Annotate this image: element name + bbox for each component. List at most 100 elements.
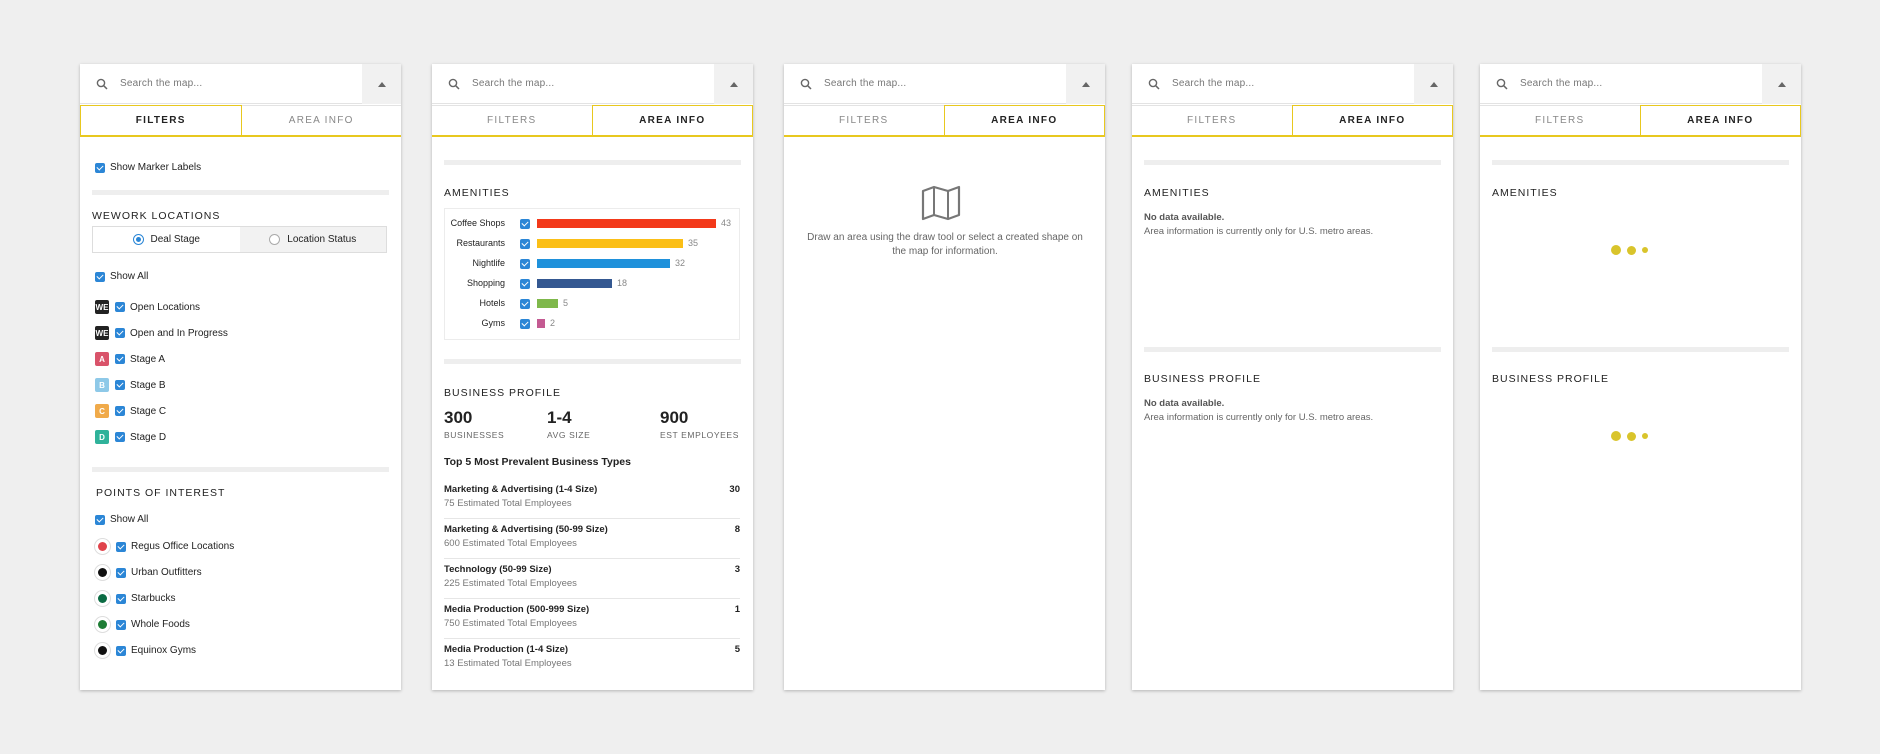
caret-up-icon xyxy=(1777,81,1786,87)
amenities-chart: Coffee Shops 43 Restaurants 35 Nightlife 32 Sh… xyxy=(444,208,740,340)
area-info-panel-no-data: Search the map... FILTERS AREA INFO AMEN… xyxy=(1132,64,1453,690)
panel-tabs: FILTERS AREA INFO xyxy=(784,105,1105,137)
tab-area-info[interactable]: AREA INFO xyxy=(591,105,753,135)
location-filter-checkbox[interactable] xyxy=(115,380,125,390)
amenity-value: 43 xyxy=(721,218,732,228)
amenity-label: Shopping xyxy=(466,278,505,288)
amenity-value: 35 xyxy=(688,238,699,248)
location-filter-row[interactable]: A Stage A xyxy=(95,352,165,366)
caret-up-icon xyxy=(1429,81,1438,87)
amenity-checkbox[interactable] xyxy=(520,279,530,289)
location-filter-checkbox[interactable] xyxy=(115,302,125,312)
business-profile-title: BUSINESS PROFILE xyxy=(444,387,561,399)
search-input[interactable]: Search the map... xyxy=(1172,78,1254,89)
business-type-row: Marketing & Advertising (50-99 Size) 600 … xyxy=(444,519,740,559)
location-marker-icon: B xyxy=(95,378,109,392)
panel-tabs: FILTERS AREA INFO xyxy=(1132,105,1453,137)
checkbox-locations-show-all[interactable] xyxy=(95,271,105,282)
tab-area-info[interactable]: AREA INFO xyxy=(241,105,401,135)
search-icon xyxy=(1148,78,1160,90)
location-filter-row[interactable]: B Stage B xyxy=(95,378,166,392)
tab-area-info[interactable]: AREA INFO xyxy=(943,105,1105,135)
panel-tabs: FILTERS AREA INFO xyxy=(432,105,753,137)
area-info-panel-empty: Search the map... FILTERS AREA INFO Draw… xyxy=(784,64,1105,690)
amenity-checkbox[interactable] xyxy=(520,219,530,229)
poi-filter-row[interactable]: Regus Office Locations xyxy=(95,539,234,554)
panel-tabs: FILTERS AREA INFO xyxy=(1480,105,1801,137)
location-filter-label: Stage C xyxy=(130,405,167,417)
amenity-value: 5 xyxy=(563,298,569,308)
location-filter-checkbox[interactable] xyxy=(115,354,125,364)
search-icon xyxy=(96,78,108,90)
collapse-button[interactable] xyxy=(362,64,401,104)
location-filter-label: Open Locations xyxy=(130,301,201,313)
amenities-title: AMENITIES xyxy=(1492,187,1558,199)
location-filter-row[interactable]: C Stage C xyxy=(95,404,166,418)
poi-filter-row[interactable]: Whole Foods xyxy=(95,617,190,632)
tab-filters[interactable]: FILTERS xyxy=(80,105,242,135)
location-filter-row[interactable]: WE Open and In Progress xyxy=(95,326,228,340)
tab-area-info[interactable]: AREA INFO xyxy=(1291,105,1453,135)
amenity-checkbox[interactable] xyxy=(520,259,530,269)
collapse-button[interactable] xyxy=(1066,64,1105,104)
poi-filter-row[interactable]: Starbucks xyxy=(95,591,175,606)
location-filter-row[interactable]: WE Open Locations xyxy=(95,300,200,314)
business-type-row: Media Production (500-999 Size) 750 Estim… xyxy=(444,599,740,639)
radio-deal-stage[interactable] xyxy=(132,234,144,245)
tab-filters[interactable]: FILTERS xyxy=(432,105,592,135)
search-input[interactable]: Search the map... xyxy=(472,78,554,89)
poi-filter-checkbox[interactable] xyxy=(116,645,126,656)
poi-filter-label: Regus Office Locations xyxy=(131,541,235,552)
poi-show-all-row[interactable]: Show All xyxy=(95,514,148,525)
checkbox-show-marker-labels[interactable] xyxy=(95,162,105,173)
show-marker-labels-row[interactable]: Show Marker Labels xyxy=(95,162,201,173)
poi-filter-checkbox[interactable] xyxy=(116,567,126,578)
collapse-button[interactable] xyxy=(1414,64,1453,104)
business-no-data-title: No data available. xyxy=(1144,398,1225,409)
stat-value: 300 xyxy=(444,408,473,427)
amenity-checkbox[interactable] xyxy=(520,319,530,329)
checkbox-poi-show-all[interactable] xyxy=(95,514,105,525)
search-input[interactable]: Search the map... xyxy=(120,78,202,89)
seg-deal-stage[interactable]: Deal Stage xyxy=(93,227,240,252)
radio-location-status[interactable] xyxy=(269,234,281,245)
business-type-name: Technology (50-99 Size) xyxy=(444,564,552,575)
caret-up-icon xyxy=(1081,81,1090,87)
amenity-value: 2 xyxy=(550,318,556,328)
loading-dot xyxy=(1611,245,1621,255)
collapse-button[interactable] xyxy=(1762,64,1801,104)
amenity-checkbox[interactable] xyxy=(520,239,530,249)
business-type-employees: 75 Estimated Total Employees xyxy=(444,498,572,509)
poi-filter-label: Equinox Gyms xyxy=(131,645,197,656)
search-bar: Search the map... xyxy=(1132,64,1453,104)
empty-state-message: Draw an area using the draw tool or sele… xyxy=(807,232,1083,257)
stat-label: EST EMPLOYEES xyxy=(660,430,739,440)
tab-filters[interactable]: FILTERS xyxy=(784,105,944,135)
collapse-button[interactable] xyxy=(714,64,753,104)
location-filter-checkbox[interactable] xyxy=(115,406,125,416)
poi-brand-icon xyxy=(95,617,110,632)
seg-location-status[interactable]: Location Status xyxy=(239,227,386,252)
poi-filter-checkbox[interactable] xyxy=(116,593,126,604)
poi-filter-row[interactable]: Urban Outfitters xyxy=(95,565,202,580)
location-filter-checkbox[interactable] xyxy=(115,432,125,442)
tab-area-info[interactable]: AREA INFO xyxy=(1639,105,1801,135)
poi-filter-checkbox[interactable] xyxy=(116,541,126,552)
locations-show-all-row[interactable]: Show All xyxy=(95,271,148,282)
tab-filters[interactable]: FILTERS xyxy=(1480,105,1640,135)
poi-filter-row[interactable]: Equinox Gyms xyxy=(95,643,196,658)
tab-filters[interactable]: FILTERS xyxy=(1132,105,1292,135)
amenities-no-data-title: No data available. xyxy=(1144,212,1225,223)
poi-filter-checkbox[interactable] xyxy=(116,619,126,630)
business-type-count: 8 xyxy=(734,524,740,535)
amenity-value: 18 xyxy=(617,278,628,288)
search-input[interactable]: Search the map... xyxy=(1520,78,1602,89)
poi-filter-label: Urban Outfitters xyxy=(131,567,202,578)
amenity-checkbox[interactable] xyxy=(520,299,530,309)
business-type-name: Media Production (500-999 Size) xyxy=(444,604,590,615)
search-input[interactable]: Search the map... xyxy=(824,78,906,89)
business-type-row: Media Production (1-4 Size) 13 Estimated … xyxy=(444,639,740,679)
location-filter-checkbox[interactable] xyxy=(115,328,125,338)
location-filter-row[interactable]: D Stage D xyxy=(95,430,166,444)
business-type-row: Marketing & Advertising (1-4 Size) 75 Est… xyxy=(444,479,740,519)
